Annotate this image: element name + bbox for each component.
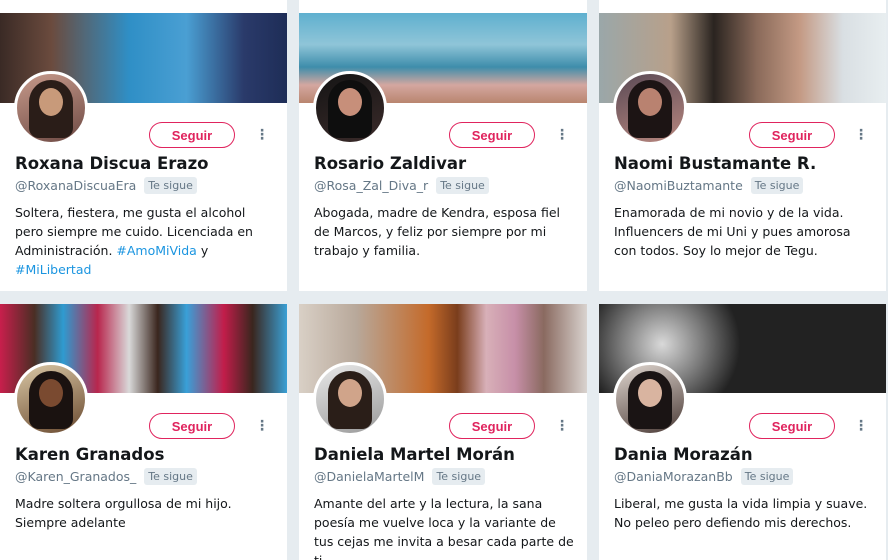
- profile-avatar[interactable]: [14, 71, 88, 145]
- follows-you-badge: Te sigue: [144, 177, 197, 194]
- avatar-face: [638, 379, 662, 407]
- follows-you-badge: Te sigue: [750, 177, 804, 194]
- more-options-icon[interactable]: ⋮: [854, 417, 868, 435]
- avatar-face: [638, 88, 662, 116]
- profile-handle[interactable]: @Karen_Granados_: [15, 469, 136, 484]
- profile-handle[interactable]: @NaomiBuztamante: [614, 178, 743, 193]
- follow-button[interactable]: Seguir: [449, 122, 535, 148]
- profile-name[interactable]: Daniela Martel Morán: [314, 445, 515, 464]
- profile-card[interactable]: Seguir ⋮ Daniela Martel Morán @DanielaMa…: [299, 304, 587, 560]
- hashtag-link[interactable]: #MiLibertad: [15, 262, 91, 277]
- profile-bio: Madre soltera orgullosa de mi hijo. Siem…: [15, 496, 232, 530]
- profile-avatar[interactable]: [14, 362, 88, 436]
- avatar-face: [338, 379, 362, 407]
- follows-you-badge: Te sigue: [432, 468, 486, 485]
- profile-bio: Amante del arte y la lectura, la sana po…: [314, 496, 574, 560]
- follow-button[interactable]: Seguir: [149, 122, 235, 148]
- profile-name[interactable]: Roxana Discua Erazo: [15, 154, 209, 173]
- more-options-icon[interactable]: ⋮: [854, 126, 868, 144]
- profile-card[interactable]: Seguir ⋮ Roxana Discua Erazo @RoxanaDisc…: [0, 0, 287, 291]
- profile-card[interactable]: Seguir ⋮ Rosario Zaldivar @Rosa_Zal_Diva…: [299, 0, 587, 291]
- profile-handle[interactable]: @DaniaMorazanBb: [614, 469, 733, 484]
- more-options-icon[interactable]: ⋮: [255, 126, 269, 144]
- profile-handle[interactable]: @RoxanaDiscuaEra: [15, 178, 136, 193]
- profile-avatar[interactable]: [313, 71, 387, 145]
- profile-avatar[interactable]: [313, 362, 387, 436]
- profile-handle[interactable]: @DanielaMartelM: [314, 469, 424, 484]
- profile-avatar[interactable]: [613, 362, 687, 436]
- profile-bio: Abogada, madre de Kendra, esposa fiel de…: [314, 205, 561, 258]
- more-options-icon[interactable]: ⋮: [255, 417, 269, 435]
- profile-card[interactable]: Seguir ⋮ Naomi Bustamante R. @NaomiBuzta…: [599, 0, 886, 291]
- follow-button[interactable]: Seguir: [749, 122, 835, 148]
- follows-you-badge: Te sigue: [436, 177, 489, 194]
- more-options-icon[interactable]: ⋮: [555, 126, 569, 144]
- follow-button[interactable]: Seguir: [749, 413, 835, 439]
- follow-button[interactable]: Seguir: [149, 413, 235, 439]
- hashtag-link[interactable]: #AmoMiVida: [116, 243, 196, 258]
- profile-name[interactable]: Naomi Bustamante R.: [614, 154, 816, 173]
- more-options-icon[interactable]: ⋮: [555, 417, 569, 435]
- profile-bio: Enamorada de mi novio y de la vida. Infl…: [614, 205, 851, 258]
- profile-card[interactable]: Seguir ⋮ Dania Morazán @DaniaMorazanBb T…: [599, 304, 886, 560]
- profile-card[interactable]: Seguir ⋮ Karen Granados @Karen_Granados_…: [0, 304, 287, 560]
- follow-button[interactable]: Seguir: [449, 413, 535, 439]
- profile-avatar[interactable]: [613, 71, 687, 145]
- profile-name[interactable]: Dania Morazán: [614, 445, 753, 464]
- avatar-face: [338, 88, 362, 116]
- follows-you-badge: Te sigue: [740, 468, 794, 485]
- avatar-face: [39, 88, 63, 116]
- bio-text: y: [196, 243, 209, 258]
- follows-you-badge: Te sigue: [144, 468, 197, 485]
- avatar-face: [39, 379, 63, 407]
- profile-bio: Liberal, me gusta la vida limpia y suave…: [614, 496, 868, 530]
- profile-name[interactable]: Rosario Zaldivar: [314, 154, 466, 173]
- profile-handle[interactable]: @Rosa_Zal_Diva_r: [314, 178, 428, 193]
- profile-name[interactable]: Karen Granados: [15, 445, 164, 464]
- profile-bio: Soltera, fiestera, me gusta el alcohol p…: [15, 203, 275, 279]
